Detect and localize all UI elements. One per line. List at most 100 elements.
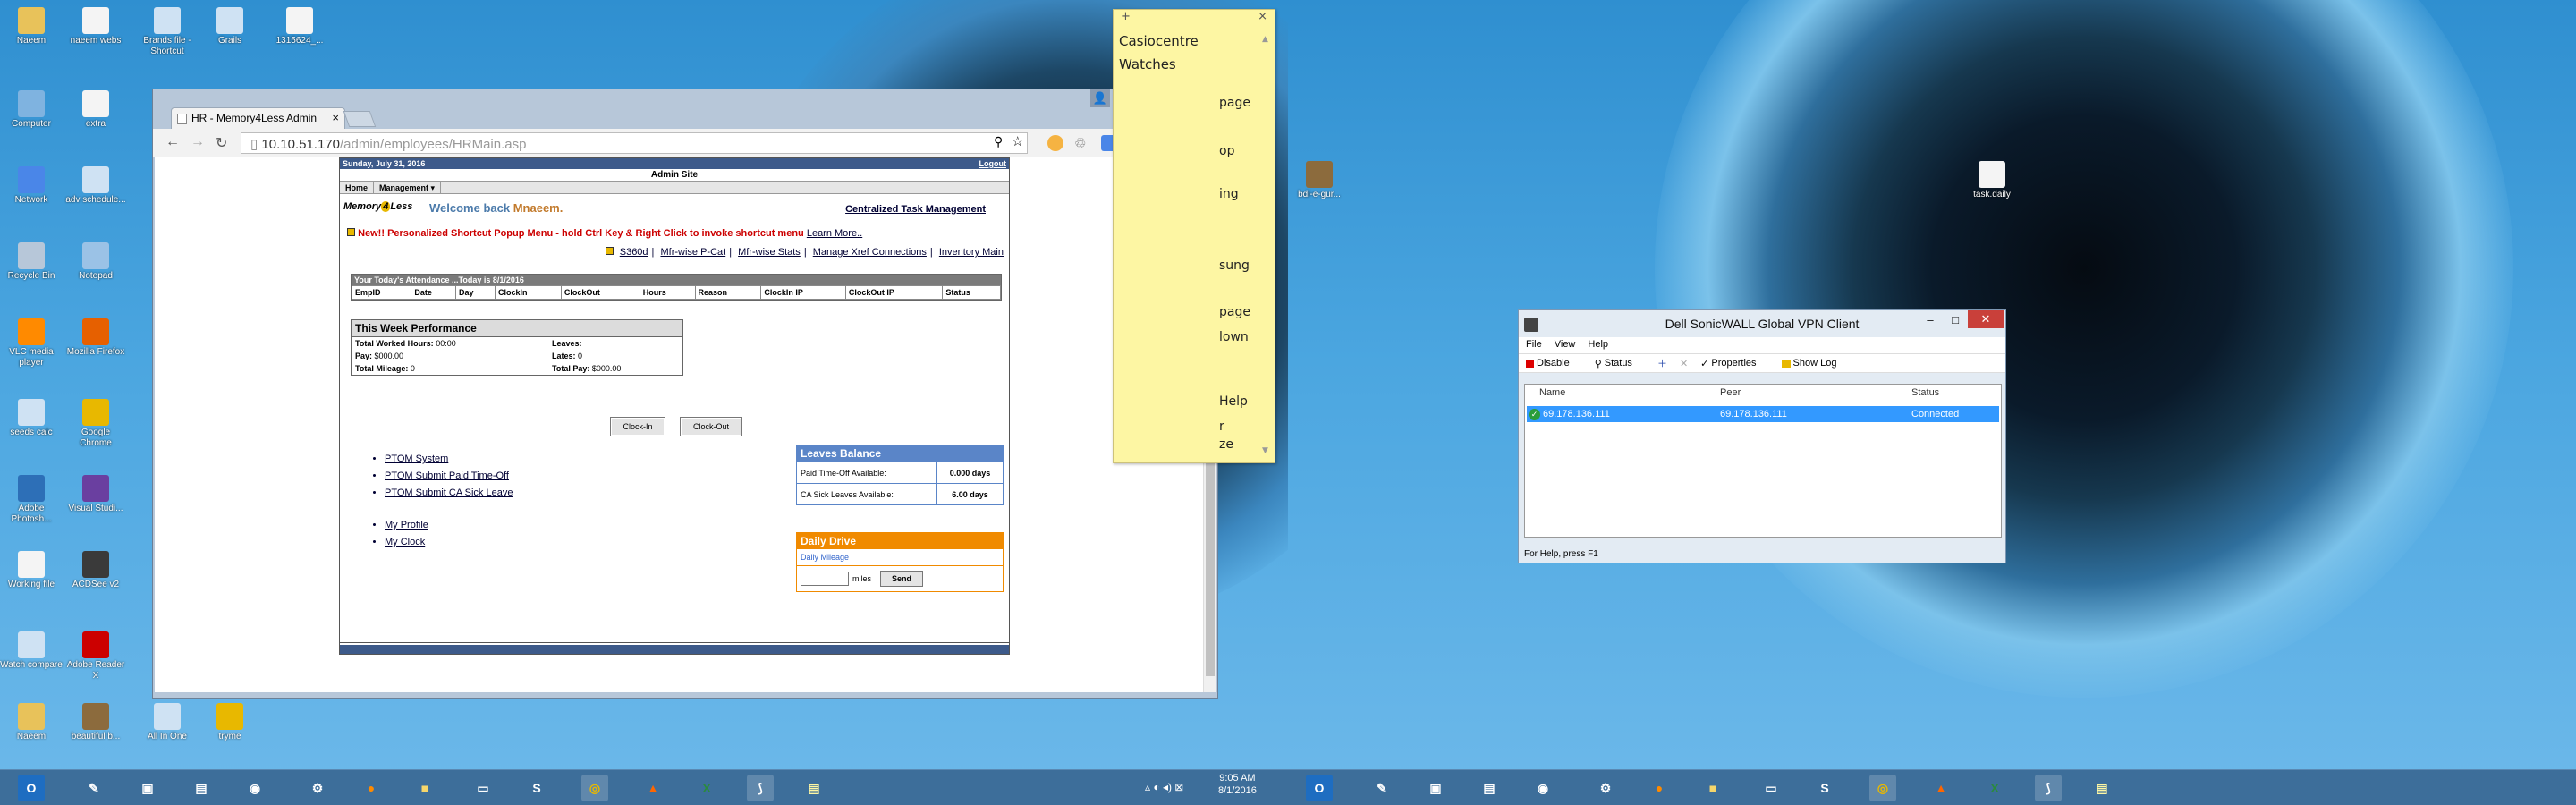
desktop-icon[interactable]: Computer <box>0 90 63 130</box>
menu-help[interactable]: Help <box>1588 339 1608 352</box>
link-s360d[interactable]: S360d <box>620 247 648 258</box>
desktop-icon[interactable]: extra <box>64 90 127 130</box>
desktop-icon[interactable]: 1315624_... <box>268 7 331 47</box>
desktop-icon[interactable]: Adobe Photosh... <box>0 475 63 525</box>
tab-close-icon[interactable]: × <box>332 111 339 124</box>
menu-management[interactable]: Management ▾ <box>374 182 442 193</box>
vlc-taskbar-icon[interactable]: ▲ <box>1928 775 1954 801</box>
ptom-system-link[interactable]: PTOM System <box>385 453 448 464</box>
media-taskbar-icon[interactable]: ◉ <box>1530 775 1556 801</box>
desktop-icon[interactable]: Google Chrome <box>64 399 127 449</box>
forward-arrow-icon[interactable]: → <box>191 134 205 150</box>
desktop-icon[interactable]: Watch compare <box>0 631 63 671</box>
desktop-icon[interactable]: Visual Studi... <box>64 475 127 514</box>
network-tool-taskbar-icon[interactable]: ⚙ <box>1592 775 1619 801</box>
reload-icon[interactable]: ↻ <box>216 134 227 152</box>
extension-recycle-icon[interactable]: ♲ <box>1074 135 1090 151</box>
address-bar[interactable]: ▯ 10.10.51.170/admin/employees/HRMain.as… <box>241 132 1028 154</box>
file-explorer-taskbar-icon[interactable]: ■ <box>1699 775 1726 801</box>
skype-taskbar-icon[interactable]: S <box>1811 775 1838 801</box>
show-log-button[interactable]: Show Log <box>1781 358 1850 369</box>
desktop-icon[interactable]: tryme <box>199 703 261 742</box>
clock-in-button[interactable]: Clock-In <box>610 417 665 436</box>
outlook-taskbar-icon[interactable]: O <box>1306 775 1333 801</box>
media-taskbar-icon[interactable]: ◉ <box>242 775 268 801</box>
desktop-icon[interactable]: Recycle Bin <box>0 242 63 282</box>
maximize-button[interactable]: □ <box>1943 310 1968 328</box>
link-xref[interactable]: Manage Xref Connections <box>813 247 927 258</box>
firefox-taskbar-icon[interactable]: ● <box>1646 775 1673 801</box>
desktop-icon[interactable]: Naeem <box>0 7 63 47</box>
bookmark-star-icon[interactable]: ☆ <box>1012 133 1023 149</box>
new-tab-button[interactable] <box>343 111 377 127</box>
excel-taskbar-icon[interactable]: X <box>1981 775 2008 801</box>
outlook-taskbar-icon[interactable]: O <box>18 775 45 801</box>
disable-button[interactable]: Disable <box>1526 358 1582 369</box>
remote-desktop-taskbar-icon[interactable]: ▣ <box>134 775 161 801</box>
desktop-icon[interactable]: Notepad <box>64 242 127 282</box>
pin-icon[interactable]: ⚲ <box>994 134 1003 149</box>
send-button[interactable]: Send <box>880 571 924 587</box>
tray-icons[interactable]: ▵ ◐ ◂) ⊠ <box>1145 781 1183 793</box>
desktop-icon[interactable]: Naeem <box>0 703 63 742</box>
learn-more-link[interactable]: Learn More.. <box>807 228 862 239</box>
sticky-close-icon[interactable]: × <box>1258 10 1267 26</box>
desktop-icon[interactable]: VLC media player <box>0 318 63 369</box>
desktop-icon[interactable]: ACDSee v2 <box>64 551 127 590</box>
desktop-icon[interactable]: seeds calc <box>0 399 63 438</box>
sticky-text[interactable]: Casiocentre Watches <box>1114 26 1275 80</box>
column-peer[interactable]: Peer <box>1720 387 1741 398</box>
extension-emoji-icon[interactable] <box>1047 135 1063 151</box>
screen-taskbar-icon[interactable]: ▤ <box>188 775 215 801</box>
menu-home[interactable]: Home <box>340 182 375 193</box>
close-button[interactable]: ✕ <box>1968 310 2004 328</box>
logout-link[interactable]: Logout <box>979 159 1007 168</box>
menu-view[interactable]: View <box>1555 339 1576 352</box>
desktop-icon[interactable]: Brands file - Shortcut <box>136 7 199 57</box>
pen-tool-taskbar-icon[interactable]: ✎ <box>1368 775 1395 801</box>
desktop-icon[interactable]: task.daily <box>1961 161 2023 200</box>
system-clock[interactable]: 9:05 AM 8/1/2016 <box>1218 772 1257 797</box>
back-arrow-icon[interactable]: ← <box>165 134 180 150</box>
firefox-taskbar-icon[interactable]: ● <box>358 775 385 801</box>
clock-out-button[interactable]: Clock-Out <box>680 417 742 436</box>
user-icon[interactable]: 👤 <box>1090 89 1110 107</box>
desktop-icon[interactable]: beautiful b... <box>64 703 127 742</box>
vpn-client-taskbar-icon[interactable]: ⟆ <box>2035 775 2062 801</box>
sticky-notes-taskbar-icon[interactable]: ▤ <box>2089 775 2115 801</box>
centralized-task-link[interactable]: Centralized Task Management <box>845 204 986 215</box>
add-button[interactable]: ＋ <box>1657 356 1667 370</box>
link-mfr-pcat[interactable]: Mfr-wise P-Cat <box>660 247 725 258</box>
file-explorer-taskbar-icon[interactable]: ■ <box>411 775 438 801</box>
desktop-icon[interactable]: naeem webs <box>64 7 127 47</box>
remote-desktop-taskbar-icon[interactable]: ▣ <box>1422 775 1449 801</box>
link-mfr-stats[interactable]: Mfr-wise Stats <box>738 247 801 258</box>
notes-taskbar-icon[interactable]: ▭ <box>1758 775 1784 801</box>
connection-row[interactable]: ✓ 69.178.136.111 69.178.136.111 Connecte… <box>1527 406 1999 422</box>
ptom-paid-timeoff-link[interactable]: PTOM Submit Paid Time-Off <box>385 470 509 481</box>
scroll-up-arrow-icon[interactable]: ▲ <box>1262 35 1273 44</box>
desktop-icon[interactable]: Working file <box>0 551 63 590</box>
sticky-note[interactable]: + × Casiocentre Watches page op ing sung pag… <box>1113 9 1275 463</box>
vpn-client-taskbar-icon[interactable]: ⟆ <box>747 775 774 801</box>
notes-taskbar-icon[interactable]: ▭ <box>470 775 496 801</box>
status-button[interactable]: ⚲ Status <box>1595 358 1645 369</box>
browser-tab[interactable]: HR - Memory4Less Admin × <box>171 107 345 129</box>
link-inventory[interactable]: Inventory Main <box>939 247 1004 258</box>
vlc-taskbar-icon[interactable]: ▲ <box>640 775 666 801</box>
pen-tool-taskbar-icon[interactable]: ✎ <box>80 775 107 801</box>
excel-taskbar-icon[interactable]: X <box>693 775 720 801</box>
mileage-input[interactable] <box>801 572 849 586</box>
desktop-icon[interactable]: Mozilla Firefox <box>64 318 127 358</box>
menu-file[interactable]: File <box>1526 339 1542 352</box>
column-name[interactable]: Name <box>1539 387 1565 398</box>
sticky-scrollbar[interactable]: ▲ ▼ <box>1262 35 1273 455</box>
chrome-taskbar-icon[interactable]: ◎ <box>1869 775 1896 801</box>
desktop-icon[interactable]: bdi-e-gur... <box>1288 161 1351 200</box>
chrome-taskbar-icon[interactable]: ◎ <box>581 775 608 801</box>
my-profile-link[interactable]: My Profile <box>385 520 428 530</box>
properties-button[interactable]: ✓ Properties <box>1700 358 1768 369</box>
minimize-button[interactable]: – <box>1918 310 1943 328</box>
desktop-icon[interactable]: All In One <box>136 703 199 742</box>
my-clock-link[interactable]: My Clock <box>385 537 425 547</box>
